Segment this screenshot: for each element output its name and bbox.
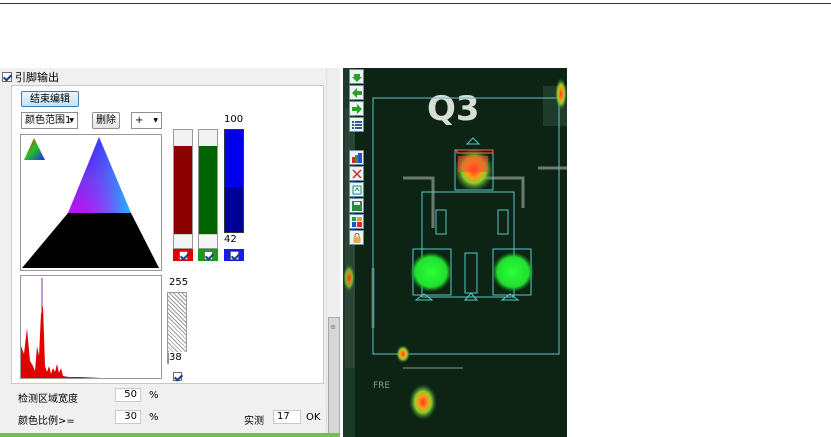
- detect-width-unit: %: [149, 390, 159, 401]
- scrollbar-grip-icon: ≡: [330, 323, 336, 331]
- arrow-left-icon[interactable]: [349, 85, 364, 100]
- image-icon[interactable]: [349, 150, 364, 165]
- status-strip: [0, 433, 340, 437]
- list-icon[interactable]: [349, 117, 364, 132]
- color-range-selected: 颜色范围1: [25, 115, 72, 126]
- arrow-down-icon[interactable]: [349, 69, 364, 84]
- histogram-scale-checkbox[interactable]: [173, 372, 182, 381]
- add-mode-select[interactable]: + ▼: [131, 112, 162, 129]
- blue-channel-bar[interactable]: [224, 129, 244, 233]
- blue-upper-value[interactable]: 100: [224, 114, 248, 126]
- blue-channel-checkbox[interactable]: [229, 250, 239, 260]
- svg-text:FRE: FRE: [373, 381, 390, 391]
- triangle-right-tint: [68, 137, 131, 213]
- panel-scrollbar[interactable]: ≡: [326, 68, 340, 437]
- pin-output-row[interactable]: 引脚输出: [2, 70, 59, 84]
- detect-width-label: 检测区域宽度: [18, 394, 78, 405]
- measured-value: 17: [273, 410, 301, 424]
- right-pad-detection: [492, 252, 534, 292]
- green-channel-fill: [199, 146, 217, 234]
- color-ratio-unit: %: [149, 412, 159, 423]
- dropdown-arrow-icon: ▼: [69, 117, 74, 124]
- triangle-mini-icon: [24, 138, 45, 160]
- scrollbar-thumb[interactable]: [328, 317, 340, 437]
- component-label: Q3: [427, 89, 480, 129]
- pcb-image-view[interactable]: Q3 FRE: [343, 68, 567, 437]
- color-triangle-picker[interactable]: [20, 134, 162, 271]
- scale-min-value[interactable]: 38: [169, 352, 193, 364]
- save-icon[interactable]: [349, 198, 364, 213]
- finish-edit-button[interactable]: 结束编辑: [21, 91, 79, 107]
- red-channel-fill: [174, 146, 192, 234]
- arrow-right-icon[interactable]: [349, 101, 364, 116]
- blue-channel-toggle[interactable]: [224, 249, 244, 261]
- green-channel-bar[interactable]: [198, 129, 218, 249]
- ok-status: OK: [306, 412, 321, 423]
- export-icon[interactable]: [349, 182, 364, 197]
- triangle-dark-region: [22, 213, 159, 268]
- delete-button[interactable]: 删除: [92, 112, 120, 129]
- blue-channel-fill-lower: [225, 187, 243, 232]
- scale-max-value[interactable]: 255: [169, 277, 193, 289]
- color-ratio-label: 颜色比例>=: [18, 416, 75, 427]
- color-range-select[interactable]: 颜色范围1 ▼: [21, 112, 78, 129]
- green-channel-checkbox[interactable]: [203, 250, 213, 260]
- grid-icon[interactable]: [349, 214, 364, 229]
- dropdown-arrow-icon: ▼: [153, 117, 158, 124]
- left-pad-detection: [410, 252, 452, 292]
- pin-output-label: 引脚输出: [15, 71, 59, 84]
- window-top-border: [0, 3, 831, 4]
- measured-label: 实测: [244, 416, 264, 427]
- green-channel-toggle[interactable]: [198, 249, 218, 261]
- settings-panel: 引脚输出 结束编辑 颜色范围1 ▼ 删除 + ▼ 100 42 255 38 检…: [0, 68, 326, 437]
- color-range-group: 结束编辑 颜色范围1 ▼ 删除 + ▼ 100 42 255 38: [11, 85, 324, 384]
- blue-lower-value[interactable]: 42: [224, 234, 248, 246]
- blue-channel-fill-upper: [225, 130, 243, 187]
- red-channel-bar[interactable]: [173, 129, 193, 249]
- color-ratio-input[interactable]: 30: [115, 410, 141, 424]
- red-channel-toggle[interactable]: [173, 249, 193, 261]
- red-channel-checkbox[interactable]: [178, 250, 188, 260]
- add-mode-selected: +: [135, 115, 144, 126]
- cut-icon[interactable]: [349, 166, 364, 181]
- histogram-red-bins: [21, 306, 101, 378]
- detect-width-input[interactable]: 50: [115, 388, 141, 402]
- histogram-chart: [20, 275, 162, 379]
- pin-output-checkbox[interactable]: [2, 72, 12, 82]
- lock-icon[interactable]: [349, 230, 364, 245]
